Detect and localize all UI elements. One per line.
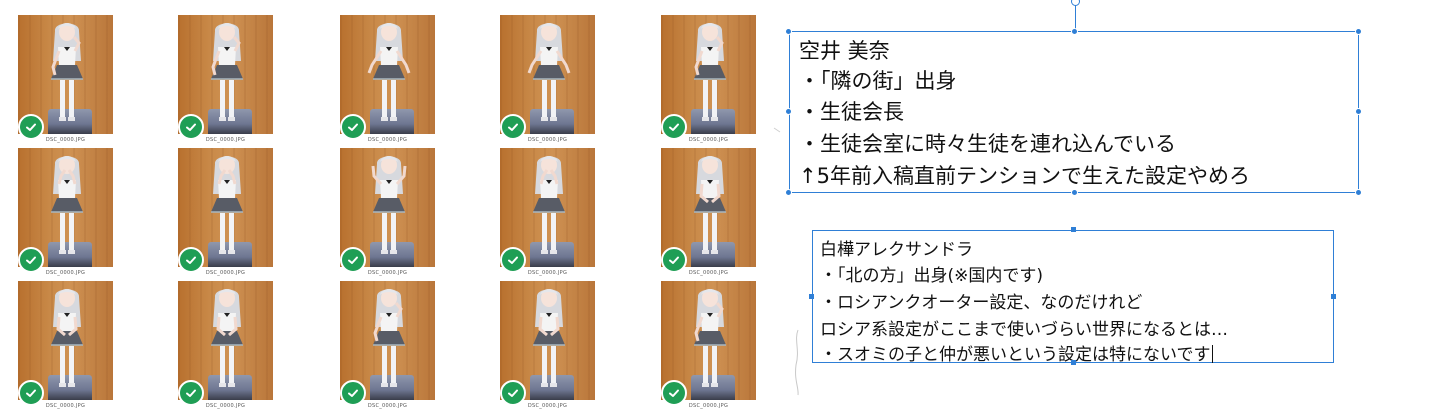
resize-handle-w[interactable]: [809, 294, 814, 299]
text-box-2-line-last: ・スオミの子と仲が悪いという設定は特にないです: [820, 340, 1213, 365]
photo-filename: DSC_0000.JPG: [45, 403, 86, 409]
photo-thumbnail[interactable]: DSC_0000.JPG: [500, 281, 595, 409]
photo-thumbnail[interactable]: DSC_0000.JPG: [340, 148, 435, 276]
rotation-handle[interactable]: [1071, 0, 1080, 6]
resize-handle-nw[interactable]: [785, 28, 792, 35]
resize-handle-se[interactable]: [1355, 189, 1362, 196]
photo-thumbnail[interactable]: DSC_0000.JPG: [178, 148, 273, 276]
photo-thumbnail[interactable]: DSC_0000.JPG: [661, 15, 756, 143]
text-box-1-line: ・生徒会長: [799, 100, 904, 124]
photo-filename: DSC_0000.JPG: [367, 403, 408, 409]
resize-handle-w[interactable]: [785, 108, 792, 115]
canvas: DSC_0000.JPG DSC_0000.JPG DSC_0000.JPG DSC_…: [0, 0, 1446, 418]
photo-filename: DSC_0000.JPG: [367, 137, 408, 143]
text-box-1-line: ・「隣の街」出身: [799, 69, 957, 93]
text-box-2-line: ・「北の方」出身(※国内です): [820, 266, 1044, 286]
photo-thumbnail[interactable]: DSC_0000.JPG: [178, 281, 273, 409]
photo-filename: DSC_0000.JPG: [527, 403, 568, 409]
resize-handle-s[interactable]: [1071, 189, 1078, 196]
photo-thumbnail[interactable]: DSC_0000.JPG: [18, 148, 113, 276]
photo-filename: DSC_0000.JPG: [688, 270, 729, 276]
stray-mark: [773, 127, 781, 133]
resize-handle-e[interactable]: [1355, 108, 1362, 115]
photo-thumbnail[interactable]: DSC_0000.JPG: [18, 281, 113, 409]
text-box-2-line: ・ロシアンクオーター設定、なのだけれど: [820, 293, 1143, 313]
resize-handle-n[interactable]: [1071, 227, 1076, 232]
photo-filename: DSC_0000.JPG: [688, 403, 729, 409]
photo-filename: DSC_0000.JPG: [527, 137, 568, 143]
photo-filename: DSC_0000.JPG: [688, 137, 729, 143]
text-box-2[interactable]: 白樺アレクサンドラ ・「北の方」出身(※国内です) ・ロシアンクオーター設定、な…: [812, 230, 1334, 365]
photo-filename: DSC_0000.JPG: [205, 403, 246, 409]
resize-handle-e[interactable]: [1331, 294, 1336, 299]
text-box-2-line: ・スオミの子と仲が悪いという設定は特にないです: [820, 345, 1211, 365]
photo-thumbnail[interactable]: DSC_0000.JPG: [340, 281, 435, 409]
text-cursor: [1211, 345, 1213, 363]
text-box-2-line: ロシア系設定がここまで使いづらい世界になるとは…: [820, 320, 1228, 340]
photo-filename: DSC_0000.JPG: [527, 270, 568, 276]
resize-handle-n[interactable]: [1071, 28, 1078, 35]
photo-thumbnail[interactable]: DSC_0000.JPG: [500, 15, 595, 143]
text-box-1-line: ↑5年前入稿直前テンションで生えた設定やめろ: [799, 164, 1250, 188]
photo-thumbnail[interactable]: DSC_0000.JPG: [178, 15, 273, 143]
photo-thumbnail[interactable]: DSC_0000.JPG: [340, 15, 435, 143]
photo-filename: DSC_0000.JPG: [367, 270, 408, 276]
rotation-handle-line: [1075, 4, 1076, 31]
text-box-1[interactable]: 空井 美奈 ・「隣の街」出身 ・生徒会長 ・生徒会室に時々生徒を連れ込んでいる …: [789, 31, 1359, 193]
photo-thumbnail[interactable]: DSC_0000.JPG: [661, 281, 756, 409]
resize-handle-s[interactable]: [1071, 360, 1076, 365]
photo-filename: DSC_0000.JPG: [205, 270, 246, 276]
photo-thumbnail[interactable]: DSC_0000.JPG: [661, 148, 756, 276]
photo-filename: DSC_0000.JPG: [45, 270, 86, 276]
resize-handle-sw[interactable]: [785, 189, 792, 196]
photo-thumbnail[interactable]: DSC_0000.JPG: [500, 148, 595, 276]
photo-thumbnail[interactable]: DSC_0000.JPG: [18, 15, 113, 143]
text-box-1-line: ・生徒会室に時々生徒を連れ込んでいる: [799, 132, 1176, 156]
text-box-1-line: 空井 美奈: [799, 39, 890, 63]
stray-mark: [795, 329, 799, 396]
resize-handle-ne[interactable]: [1355, 28, 1362, 35]
text-box-2-line: 白樺アレクサンドラ: [820, 240, 973, 260]
photo-filename: DSC_0000.JPG: [205, 137, 246, 143]
photo-filename: DSC_0000.JPG: [45, 137, 86, 143]
